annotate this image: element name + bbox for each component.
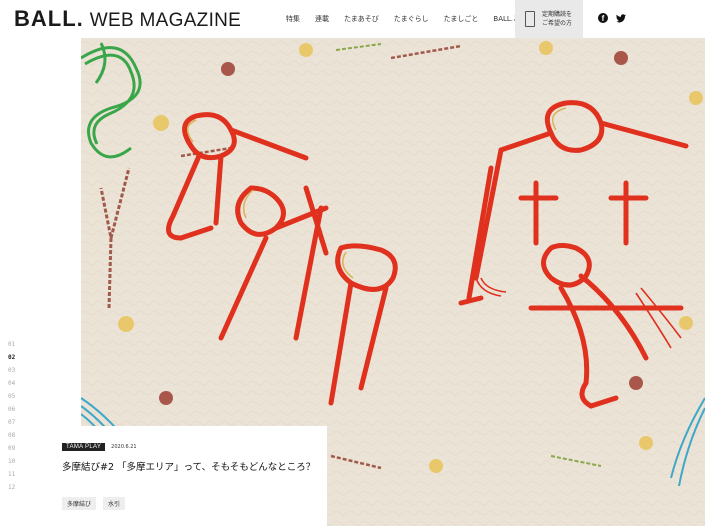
article-tags: 多摩結び 水引: [62, 497, 126, 510]
nav-item-series[interactable]: 連載: [315, 14, 329, 24]
pager-item-09[interactable]: 09: [8, 442, 15, 455]
subscribe-label: 定期購読を ご希望の方: [542, 10, 572, 28]
main-nav: 特集 連載 たまあそび たまぐらし たましごと BALL.とは: [286, 14, 542, 24]
article-meta: TAMA PLAY 2020.6.21: [62, 443, 137, 451]
pager-item-05[interactable]: 05: [8, 390, 15, 403]
pager-item-12[interactable]: 12: [8, 481, 15, 494]
tag-mizuhiki[interactable]: 水引: [103, 497, 126, 510]
article-date: 2020.6.21: [111, 444, 137, 450]
site-logo[interactable]: BALL. WEB MAGAZINE: [14, 6, 241, 32]
slide-pager: 01 02 03 04 05 06 07 08 09 10 11 12: [8, 338, 15, 494]
pager-item-06[interactable]: 06: [8, 403, 15, 416]
pager-item-07[interactable]: 07: [8, 416, 15, 429]
pager-item-03[interactable]: 03: [8, 364, 15, 377]
pager-item-01[interactable]: 01: [8, 338, 15, 351]
subscribe-line-2: ご希望の方: [542, 20, 573, 27]
article-card[interactable]: TAMA PLAY 2020.6.21 多摩結び#2 「多摩エリア」って、そもそ…: [58, 426, 327, 526]
magazine-icon: [525, 11, 535, 27]
article-title[interactable]: 多摩結び#2 「多摩エリア」って、そもそもどんなところ？: [62, 460, 324, 476]
logo-web-magazine: WEB MAGAZINE: [89, 10, 242, 31]
subscribe-button[interactable]: 定期購読を ご希望の方: [515, 0, 583, 38]
pager-item-10[interactable]: 10: [8, 455, 15, 468]
nav-item-feature[interactable]: 特集: [286, 14, 300, 24]
pager-item-08[interactable]: 08: [8, 429, 15, 442]
subscribe-line-1: 定期購読を: [542, 11, 573, 18]
tag-tama-musubi[interactable]: 多摩結び: [62, 497, 97, 510]
nav-item-tama-work[interactable]: たましごと: [444, 14, 479, 24]
logo-ball: BALL.: [14, 6, 84, 31]
pager-item-02[interactable]: 02: [8, 351, 15, 364]
nav-item-tama-life[interactable]: たまぐらし: [394, 14, 429, 24]
site-header: BALL. WEB MAGAZINE 特集 連載 たまあそび たまぐらし たまし…: [0, 0, 705, 38]
facebook-icon[interactable]: f: [598, 13, 608, 23]
pager-item-11[interactable]: 11: [8, 468, 15, 481]
nav-item-tama-play[interactable]: たまあそび: [344, 14, 379, 24]
category-badge[interactable]: TAMA PLAY: [62, 443, 106, 451]
social-links: f: [598, 13, 626, 23]
twitter-icon[interactable]: [616, 13, 626, 23]
pager-item-04[interactable]: 04: [8, 377, 15, 390]
